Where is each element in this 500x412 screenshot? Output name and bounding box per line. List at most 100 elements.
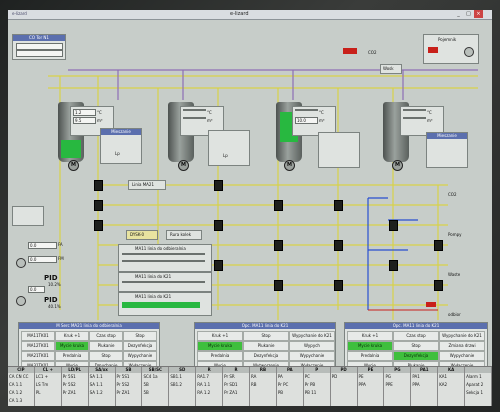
valve-icon[interactable]	[434, 280, 443, 291]
panel-1-row-1-col-2[interactable]: Kruk +1	[55, 331, 89, 341]
panel-3-row-1-col-1[interactable]: Kruk +1	[347, 331, 393, 341]
panel-3-row-3-col-3[interactable]: Wypychanie calkowite	[439, 351, 485, 366]
rura-box[interactable]: Rura kolek	[166, 230, 202, 240]
panel-2-row-3-col-1[interactable]: Predalnia	[197, 351, 243, 361]
bottom-column[interactable]: KA KA1 KA2	[438, 367, 466, 406]
bottom-column[interactable]: LD/PL Pr 5S1 Pr 5S2 Pr ZA1	[61, 367, 89, 406]
valve-icon[interactable]	[334, 280, 343, 291]
bottom-column-cell: RA1.7	[197, 374, 209, 379]
bottom-column[interactable]: PD PD	[330, 367, 358, 406]
bottom-column[interactable]: SA/xx SA 1.1 SA 1.1 SA 1.2	[88, 367, 116, 406]
pojemnik-motor-icon[interactable]	[464, 47, 474, 57]
panel-3-row-2-col-2[interactable]: Stop	[393, 341, 439, 351]
panel-1-row-2-col-4[interactable]: Dezynfekcja	[123, 341, 157, 351]
right-alarm[interactable]	[426, 302, 436, 307]
panel-1-row-3-col-1[interactable]: MA21TK01	[21, 351, 55, 361]
panel-2-row-2-col-2[interactable]: Plukanie	[243, 341, 289, 351]
bottom-column-cell: PA	[277, 374, 283, 379]
bottom-column-cell: 5B	[143, 382, 149, 387]
maximize-button[interactable]: □	[464, 10, 473, 18]
bottom-column[interactable]: SD SB1.1 SB1.2	[169, 367, 197, 406]
valve-icon[interactable]	[214, 180, 223, 191]
bottom-column-cell: Pr 5S2	[62, 382, 76, 387]
motor-4-icon[interactable]: M	[392, 160, 403, 171]
panel-3-row-3-col-1[interactable]: Predalnia	[347, 351, 393, 361]
valve-icon[interactable]	[94, 200, 103, 211]
panel-1-row-2-col-3[interactable]: Plukanie	[89, 341, 123, 351]
panel-1-row-2-col-1[interactable]: MA12TK01	[21, 341, 55, 351]
valve-icon[interactable]	[214, 260, 223, 271]
panel-3-row-2-col-3[interactable]: Zmiana drzwi	[439, 341, 485, 351]
bottom-column[interactable]: R Pr SR Pr SD1 Pr ZA1	[223, 367, 250, 406]
bottom-column[interactable]: PA1 PA1 PPA	[411, 367, 439, 406]
panel-1-row-3-col-2[interactable]: Predalnia	[55, 351, 89, 361]
motor-2-icon[interactable]: M	[178, 160, 189, 171]
close-button[interactable]: ×	[474, 10, 483, 18]
valve-icon[interactable]	[334, 240, 343, 251]
panel-3-row-3-col-2[interactable]: Dezynfekcja	[393, 351, 439, 361]
wosk-box[interactable]: Wosk	[380, 64, 402, 74]
tank-1-volume: 9.5	[73, 117, 96, 124]
pid-label-2[interactable]: PID	[44, 296, 58, 304]
bottom-column[interactable]: P PC Pr PB PB 11	[303, 367, 331, 406]
bottom-column[interactable]: SB/SC SC4 1a 5B 5B	[142, 367, 170, 406]
bottom-column[interactable]: SB Pr 5S1 Pr 5S2 Pr ZA1	[115, 367, 143, 406]
bottom-column[interactable]: PE PE PPA	[357, 367, 385, 406]
panel-2-row-1-col-2[interactable]: Stop	[243, 331, 289, 341]
tank-4-volume	[403, 117, 426, 119]
valve-icon[interactable]	[434, 240, 443, 251]
valve-icon[interactable]	[334, 200, 343, 211]
bottom-column-cell: Pr PC	[277, 382, 289, 387]
bottom-column[interactable]: CL + LC1 + LS Tm PL	[34, 367, 62, 406]
window-tab[interactable]: e-lizard	[12, 11, 27, 16]
bottom-column[interactable]: CIP CA CN CC CA 1.1 CA 1.2 CA 1.3	[8, 367, 35, 406]
panel-1-row-2-col-2[interactable]: Mycie kruka	[55, 341, 89, 351]
left-input-3[interactable]: 0.0	[28, 286, 45, 293]
dysk-box[interactable]: DYSK-0	[126, 230, 158, 240]
right-label-odbior: odbior	[448, 312, 461, 317]
bottom-column[interactable]: PG PG PPE	[384, 367, 412, 406]
panel-1-row-1-col-1[interactable]: MA11TK01	[21, 331, 55, 341]
panel-2-row-2-col-1[interactable]: Mycie kruka	[197, 341, 243, 351]
left-input-1[interactable]: 0.0	[28, 242, 57, 249]
panel-1-row-1-col-4[interactable]: Stop	[123, 331, 157, 341]
bottom-column[interactable]: RB RA RB	[250, 367, 277, 406]
motor-1-icon[interactable]: M	[68, 160, 79, 171]
valve-icon[interactable]	[274, 280, 283, 291]
pid-label-1[interactable]: PID	[44, 274, 58, 282]
panel-1-row-3-col-3[interactable]: Stop	[89, 351, 123, 361]
valve-icon[interactable]	[94, 220, 103, 231]
panel-1-row-1-col-3[interactable]: Czas stop	[89, 331, 123, 341]
bottom-column[interactable]: Alarm 1 Aparat 2 Sekcja 1	[465, 367, 492, 406]
panel-3-row-1-col-2[interactable]: Czas stop	[393, 331, 439, 341]
valve-icon[interactable]	[274, 240, 283, 251]
panel-3-row-2-col-1[interactable]: Mycie kruka	[347, 341, 393, 351]
valve-icon[interactable]	[389, 220, 398, 231]
panel-3-row-1-col-3[interactable]: Wypychanie do K21	[439, 331, 485, 341]
left-pump-icon[interactable]	[16, 258, 26, 268]
bottom-column-cell: PC	[304, 374, 310, 379]
left-pump-icon-2[interactable]	[16, 296, 26, 306]
valve-icon[interactable]	[389, 260, 398, 271]
panel-2-row-2-col-3[interactable]: Wypych	[289, 341, 335, 351]
bottom-column-cell: Alarm 1	[466, 374, 482, 379]
minimize-button[interactable]: _	[454, 10, 463, 18]
tank-1-temp-unit: °C	[97, 110, 102, 115]
motor-3-icon[interactable]: M	[284, 160, 295, 171]
panel-2-row-3-col-3[interactable]: Wypychanie calkowite	[289, 351, 335, 366]
panel-2-row-1-col-3[interactable]: Wypychanie do K21	[289, 331, 335, 341]
bottom-column[interactable]: R RA1.7 RA 1.1 RA 1.2	[196, 367, 224, 406]
panel-2-row-1-col-1[interactable]: Kruk +1	[197, 331, 243, 341]
pojemnik-alarm[interactable]	[428, 47, 438, 53]
ma11-panel-c-title: MA11 linia do K21	[135, 294, 172, 299]
valve-icon[interactable]	[94, 180, 103, 191]
valve-icon[interactable]	[214, 220, 223, 231]
top-alarm-indicator[interactable]	[343, 48, 357, 54]
panel-2-row-3-col-2[interactable]: Dezynfekcja	[243, 351, 289, 361]
pid-value-2: 40.1%	[48, 304, 61, 309]
panel-1-row-3-col-4[interactable]: Wypychanie	[123, 351, 157, 361]
left-control-box[interactable]	[12, 206, 44, 226]
left-input-2[interactable]: 0.0	[28, 256, 57, 263]
bottom-column[interactable]: PA PA Pr PC PB	[276, 367, 304, 406]
valve-icon[interactable]	[274, 200, 283, 211]
